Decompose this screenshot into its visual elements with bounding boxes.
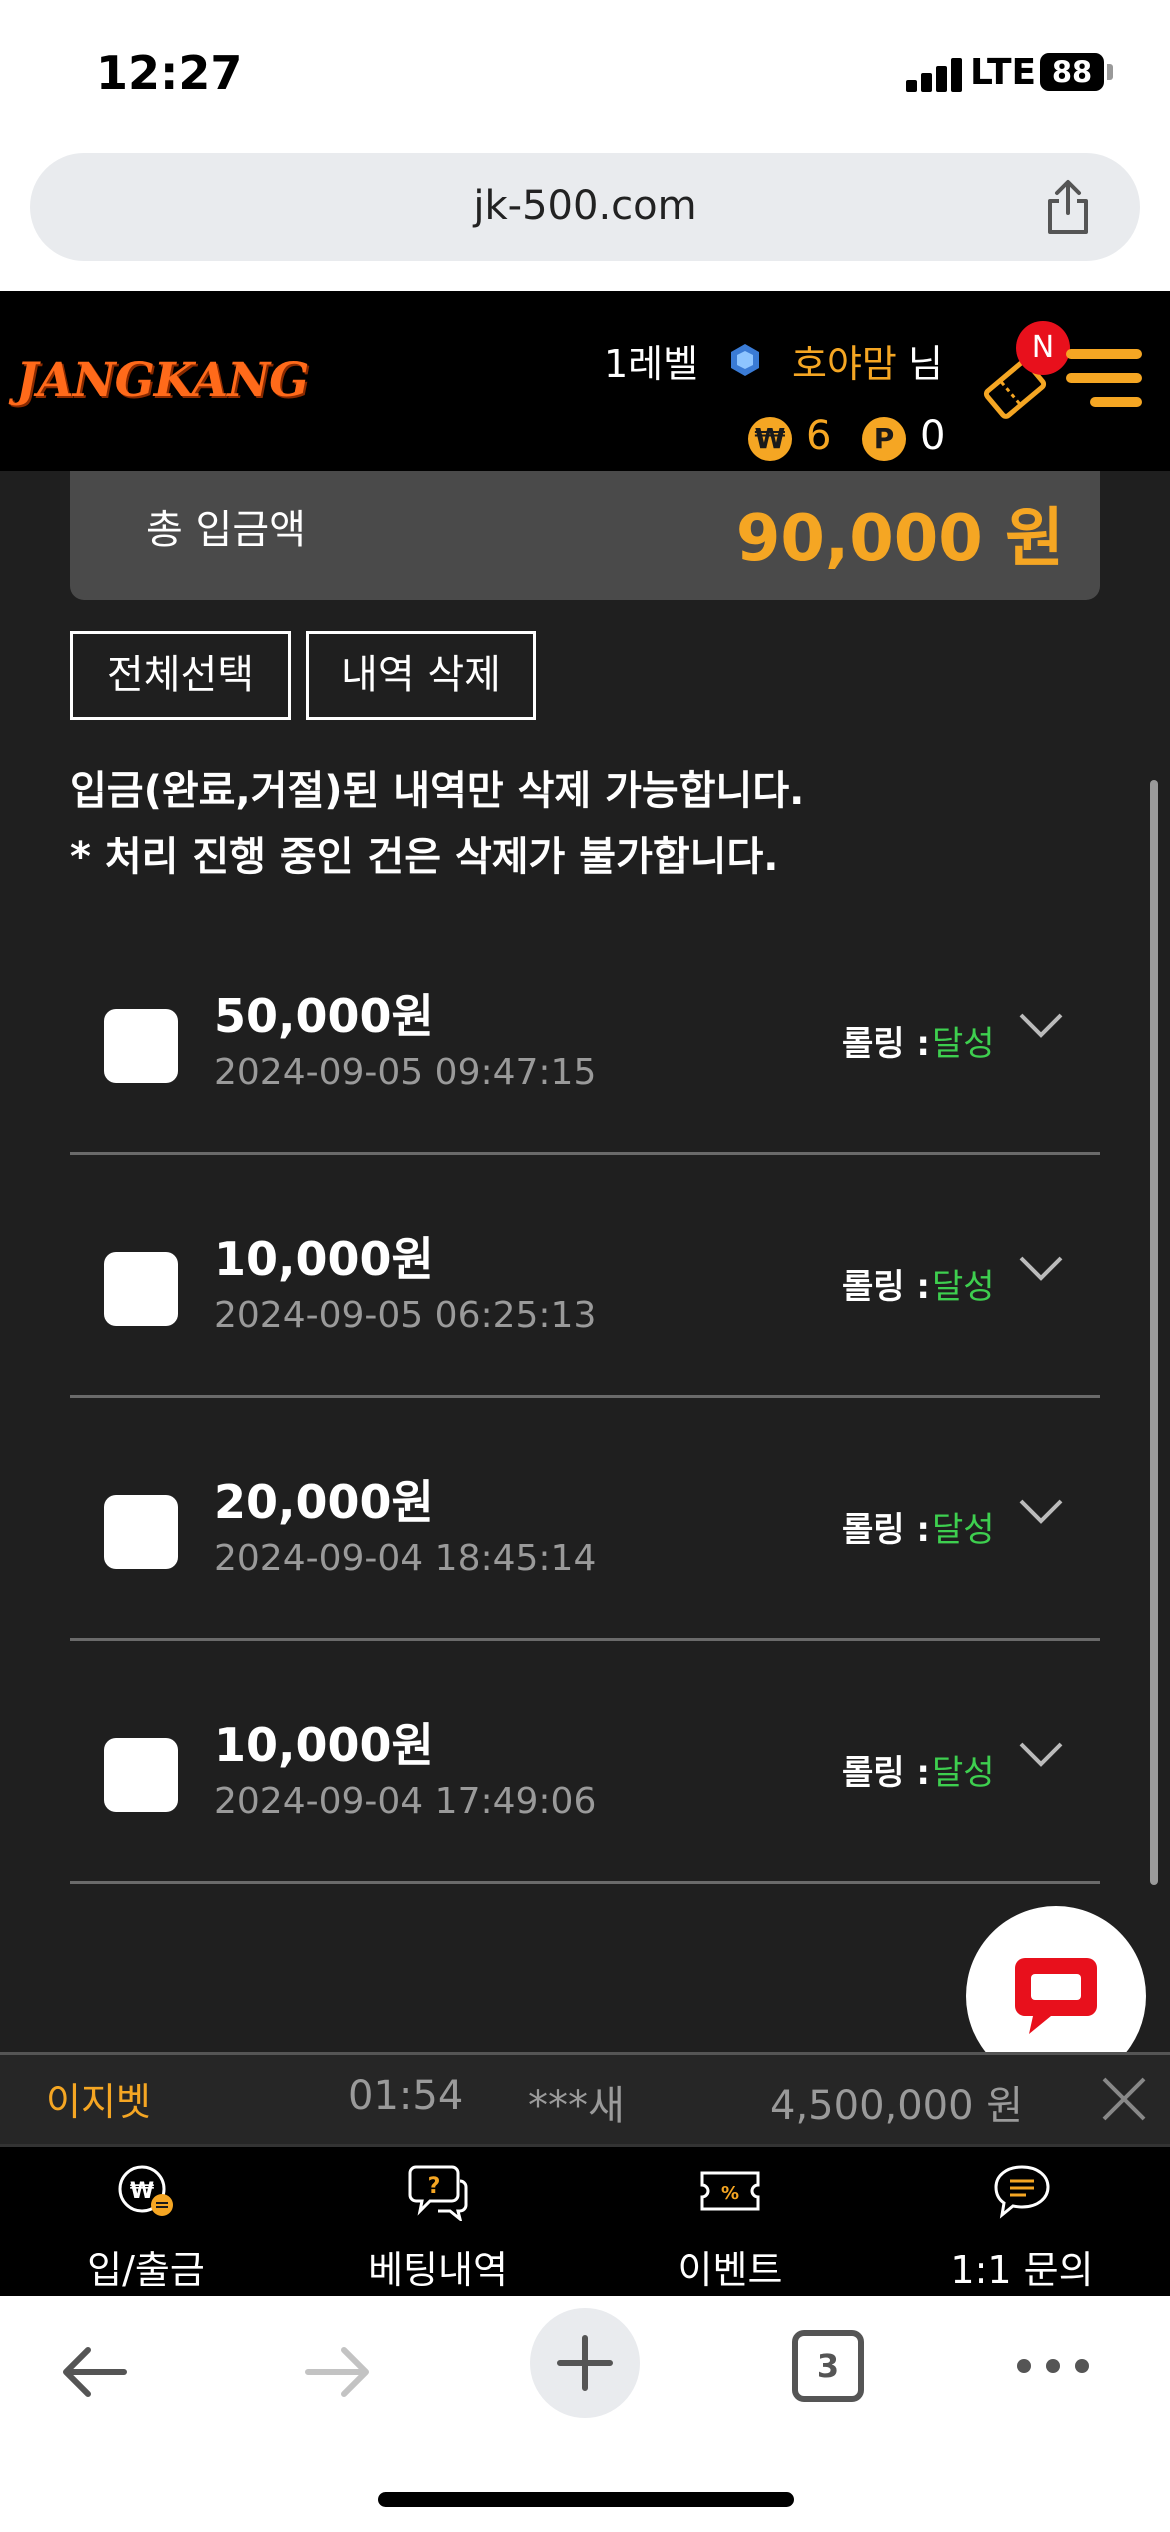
- rolling-status: 달성: [932, 1267, 995, 1307]
- betting-history-icon: ?: [408, 2165, 468, 2221]
- site-header: JANGKANG 1레벨 호야맘 님 ₩ 6 P 0 N: [0, 291, 1170, 471]
- deposit-checkbox[interactable]: [104, 1738, 178, 1812]
- total-deposit-amount: 90,000 원: [735, 502, 1064, 576]
- rolling-status: 달성: [932, 1510, 995, 1550]
- browser-address-area: jk-500.com: [0, 145, 1170, 291]
- user-level: 1레벨: [604, 342, 699, 386]
- share-icon[interactable]: [1038, 177, 1098, 237]
- rolling-label: 롤링 :: [842, 1753, 930, 1793]
- deposit-withdraw-icon: ₩: [118, 2165, 173, 2216]
- chevron-down-icon[interactable]: [1018, 1739, 1064, 1769]
- home-indicator: [378, 2492, 794, 2507]
- network-type: LTE: [970, 52, 1037, 93]
- deposit-amount: 20,000원: [214, 1475, 434, 1529]
- deposit-datetime: 2024-09-04 17:49:06: [214, 1781, 597, 1822]
- plus-icon: [557, 2335, 613, 2391]
- nav-label: 이벤트: [677, 2248, 783, 2292]
- more-options-icon[interactable]: [1016, 2358, 1090, 2374]
- notification-badge[interactable]: N: [1016, 321, 1070, 375]
- nav-event[interactable]: % 이벤트: [584, 2147, 876, 2299]
- deposit-checkbox[interactable]: [104, 1009, 178, 1083]
- svg-text:?: ?: [428, 2174, 441, 2199]
- nav-label: 입/출금: [87, 2248, 205, 2292]
- deposit-item[interactable]: 20,000원 2024-09-04 18:45:14 롤링 : 달성: [70, 1398, 1100, 1641]
- nav-inquiry[interactable]: 1:1 문의: [876, 2147, 1168, 2299]
- deposit-checkbox[interactable]: [104, 1495, 178, 1569]
- tabs-button[interactable]: 3: [792, 2330, 864, 2402]
- deposit-item[interactable]: 10,000원 2024-09-04 17:49:06 롤링 : 달성: [70, 1641, 1100, 1884]
- nav-label: 베팅내역: [368, 2248, 508, 2292]
- inquiry-chat-icon: [994, 2165, 1050, 2219]
- rolling-label: 롤링 :: [842, 1510, 930, 1550]
- rolling-status: 달성: [932, 1753, 995, 1793]
- notice-line-1: 입금(완료,거절)된 내역만 삭제 가능합니다.: [70, 768, 805, 814]
- status-bar: 12:27 LTE 88: [0, 0, 1170, 145]
- battery-tip: [1107, 64, 1113, 80]
- chat-bubble-icon: [1015, 1958, 1097, 2034]
- rolling-label: 롤링 :: [842, 1024, 930, 1064]
- ticker-site: 이지벳: [46, 2080, 151, 2124]
- scrollbar[interactable]: [1150, 780, 1158, 1885]
- nav-label: 1:1 문의: [950, 2248, 1094, 2292]
- won-coin-icon: ₩: [748, 417, 792, 461]
- event-ticket-icon: %: [700, 2171, 760, 2211]
- hamburger-menu-icon[interactable]: [1066, 349, 1142, 411]
- notice-line-2: * 처리 진행 중인 건은 삭제가 불가합니다.: [70, 834, 779, 880]
- battery-icon: 88: [1040, 53, 1104, 91]
- point-coin-icon: P: [862, 417, 906, 461]
- chevron-down-icon[interactable]: [1018, 1253, 1064, 1283]
- signal-icon: [906, 58, 962, 92]
- delete-notice: 입금(완료,거절)된 내역만 삭제 가능합니다. * 처리 진행 중인 건은 삭…: [70, 758, 804, 890]
- svg-text:%: %: [721, 2183, 739, 2204]
- chevron-down-icon[interactable]: [1018, 1010, 1064, 1040]
- won-balance: 6: [806, 413, 832, 459]
- site-logo[interactable]: JANGKANG: [16, 353, 309, 408]
- address-bar[interactable]: jk-500.com: [30, 153, 1140, 261]
- rolling-status: 달성: [932, 1024, 995, 1064]
- rolling-label: 롤링 :: [842, 1267, 930, 1307]
- svg-text:₩: ₩: [130, 2179, 154, 2204]
- winnings-ticker: 이지벳 01:54 ***새 4,500,000 원: [0, 2052, 1170, 2144]
- ticker-user: ***새: [528, 2083, 625, 2129]
- deposit-item[interactable]: 50,000원 2024-09-05 09:47:15 롤링 : 달성: [70, 912, 1100, 1155]
- close-icon[interactable]: [1098, 2073, 1150, 2125]
- deposit-amount: 50,000원: [214, 989, 434, 1043]
- deposit-datetime: 2024-09-05 09:47:15: [214, 1052, 597, 1093]
- status-time: 12:27: [96, 46, 243, 100]
- point-balance: 0: [920, 413, 946, 459]
- total-deposit-box: 총 입금액 90,000 원: [70, 471, 1100, 600]
- total-deposit-label: 총 입금액: [146, 507, 306, 553]
- deposit-checkbox[interactable]: [104, 1252, 178, 1326]
- chevron-down-icon[interactable]: [1018, 1496, 1064, 1526]
- user-nickname: 호야맘: [792, 342, 897, 386]
- deposit-item[interactable]: 10,000원 2024-09-05 06:25:13 롤링 : 달성: [70, 1155, 1100, 1398]
- nav-deposit-withdraw[interactable]: ₩ 입/출금: [0, 2147, 292, 2299]
- forward-arrow-icon[interactable]: [302, 2342, 374, 2402]
- select-all-button[interactable]: 전체선택: [70, 631, 291, 720]
- ticker-time: 01:54: [348, 2073, 464, 2119]
- bottom-navigation: ₩ 입/출금 ? 베팅내역 % 이벤트 1:1 문의: [0, 2144, 1170, 2296]
- ticker-amount: 4,500,000 원: [770, 2083, 1024, 2129]
- back-arrow-icon[interactable]: [58, 2342, 130, 2402]
- deposit-amount: 10,000원: [214, 1718, 434, 1772]
- honorific: 님: [908, 342, 943, 386]
- deposit-datetime: 2024-09-05 06:25:13: [214, 1295, 597, 1336]
- delete-history-button[interactable]: 내역 삭제: [306, 631, 536, 720]
- url-text[interactable]: jk-500.com: [30, 183, 1140, 229]
- new-tab-button[interactable]: [530, 2308, 640, 2418]
- deposit-datetime: 2024-09-04 18:45:14: [214, 1538, 597, 1579]
- nav-betting-history[interactable]: ? 베팅내역: [292, 2147, 584, 2299]
- deposit-amount: 10,000원: [214, 1232, 434, 1286]
- level-badge-icon: [731, 344, 759, 376]
